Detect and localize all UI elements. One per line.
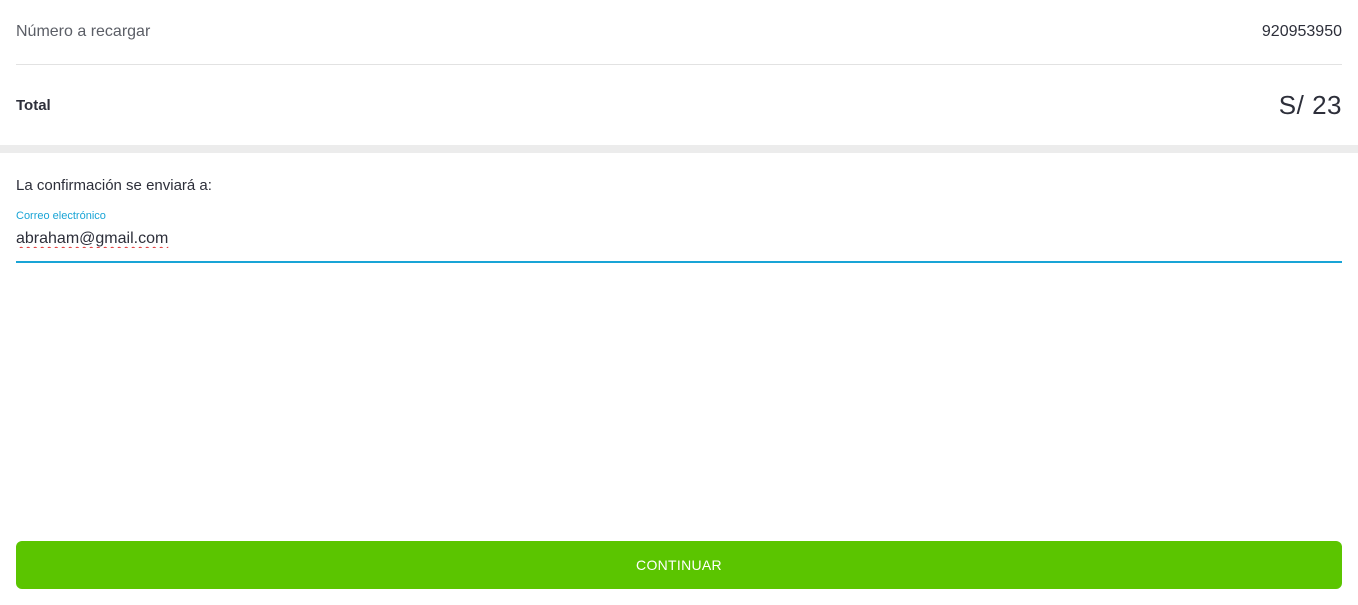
email-field-label: Correo electrónico <box>16 210 106 222</box>
recharge-number-row: Número a recargar 920953950 <box>16 0 1342 65</box>
email-input[interactable] <box>16 230 1342 248</box>
confirmation-label: La confirmación se enviará a: <box>16 177 212 194</box>
continue-button[interactable]: CONTINUAR <box>16 541 1342 589</box>
recharge-number-value: 920953950 <box>1261 23 1342 40</box>
email-field: Correo electrónico <box>16 209 1342 263</box>
section-divider <box>0 145 1358 153</box>
recharge-number-label: Número a recargar <box>16 23 151 40</box>
total-amount: S/ 23 <box>1278 89 1342 120</box>
total-row: Total S/ 23 <box>16 65 1342 145</box>
total-label: Total <box>16 96 51 114</box>
recharge-summary-page: Número a recargar 920953950 Total S/ 23 … <box>0 0 1358 605</box>
